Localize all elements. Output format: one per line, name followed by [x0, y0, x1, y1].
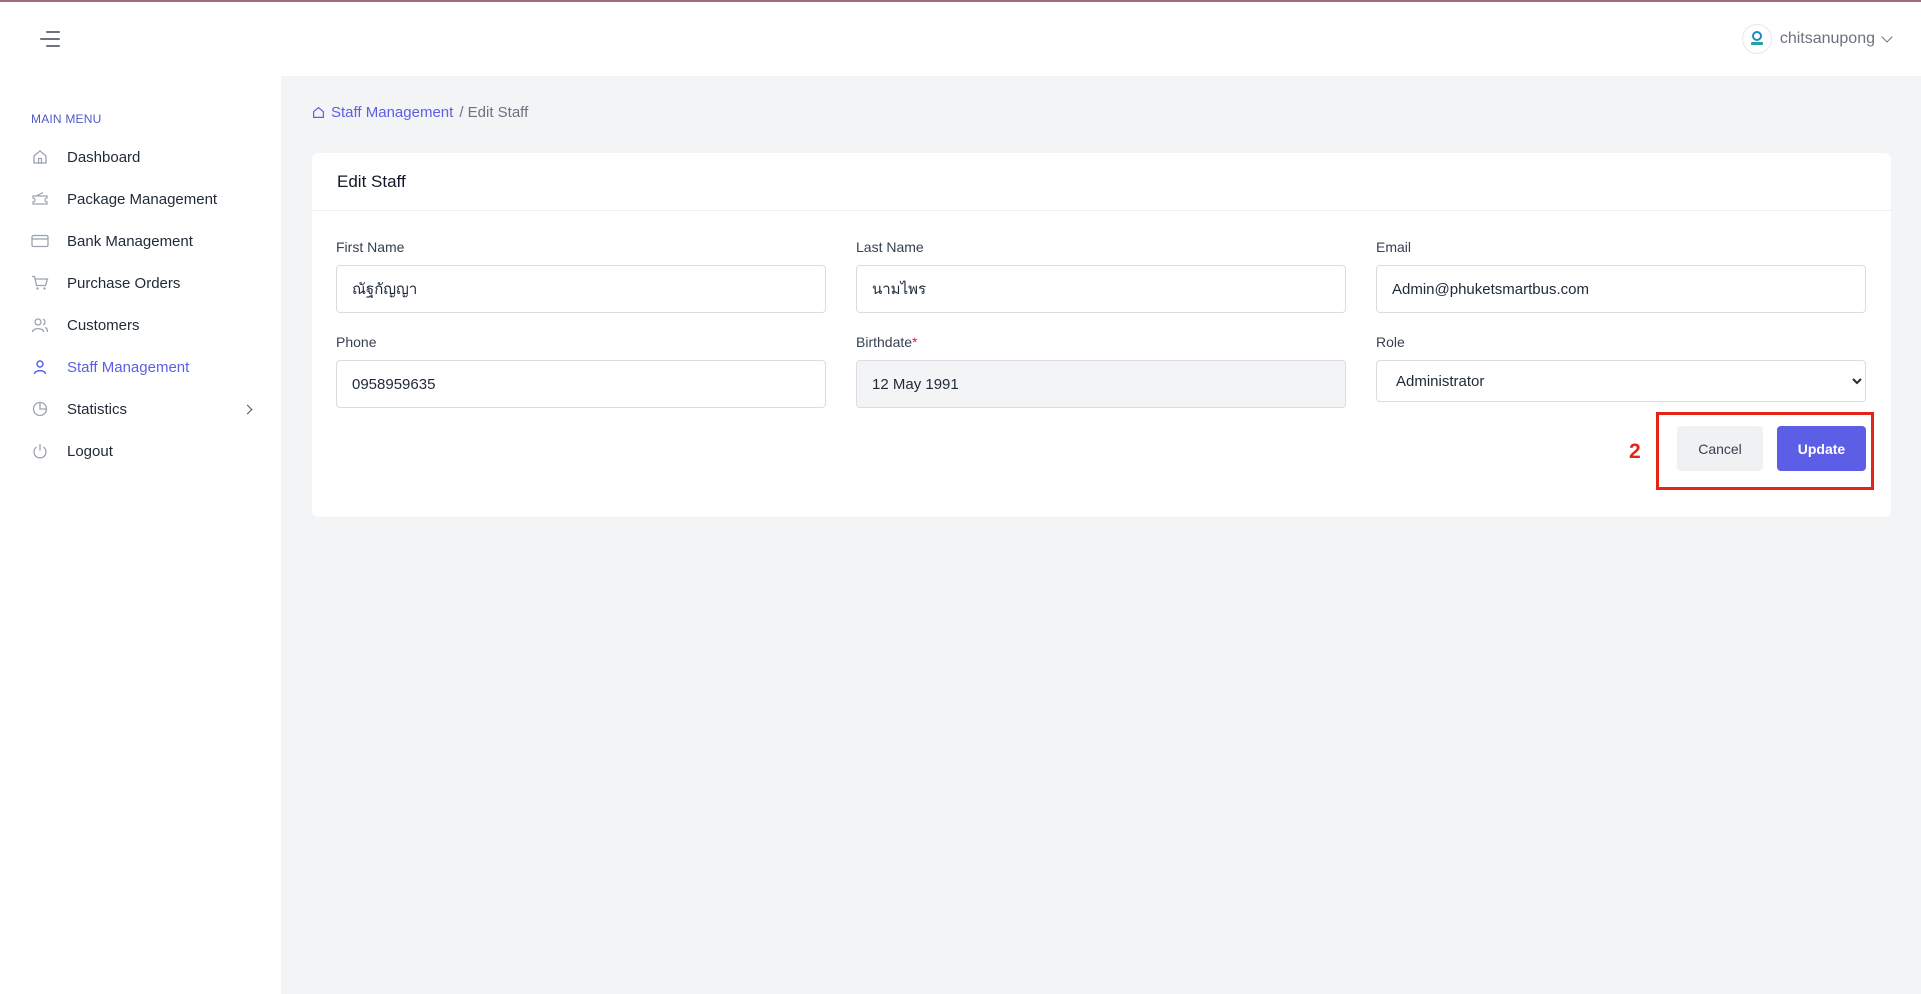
sidebar-item-statistics[interactable]: Statistics [0, 388, 281, 430]
required-asterisk: * [912, 334, 918, 350]
sidebar-item-staff-management[interactable]: Staff Management [0, 346, 281, 388]
cart-icon [31, 274, 49, 292]
annotation-number: 2 [1629, 440, 1641, 463]
card-title: Edit Staff [312, 153, 1891, 211]
breadcrumb-current: / Edit Staff [459, 104, 529, 121]
menu-heading: MAIN MENU [31, 112, 102, 126]
sidebar-item-dashboard[interactable]: Dashboard [0, 136, 281, 178]
first-name-input[interactable] [336, 265, 826, 313]
user-menu[interactable]: chitsanupong [1741, 24, 1893, 54]
birthdate-field: Birthdate* [856, 334, 1346, 408]
pie-chart-icon [31, 400, 49, 418]
first-name-label: First Name [336, 239, 405, 255]
sidebar-item-customers[interactable]: Customers [0, 304, 281, 346]
hamburger-menu-icon[interactable] [40, 31, 60, 47]
sidebar-item-package-management[interactable]: Package Management [0, 178, 281, 220]
chevron-right-icon [242, 404, 253, 414]
power-icon [31, 442, 49, 460]
role-label: Role [1376, 334, 1405, 350]
sidebar-item-logout[interactable]: Logout [0, 430, 281, 472]
last-name-label: Last Name [856, 239, 924, 255]
last-name-input[interactable] [856, 265, 1346, 313]
chevron-down-icon [1881, 31, 1893, 43]
home-icon [313, 106, 324, 118]
home-icon [31, 148, 49, 166]
username: chitsanupong [1779, 30, 1875, 47]
breadcrumb: Staff Management / Edit Staff [312, 104, 528, 121]
sidebar-item-purchase-orders[interactable]: Purchase Orders [0, 262, 281, 304]
role-field: Role Administrator [1376, 334, 1866, 402]
phone-input[interactable] [336, 360, 826, 408]
user-icon [31, 358, 49, 376]
breadcrumb-staff-management-link[interactable]: Staff Management [312, 104, 453, 121]
birthdate-input[interactable] [856, 360, 1346, 408]
email-field: Email [1376, 239, 1866, 313]
last-name-field: Last Name [856, 239, 1346, 313]
users-icon [31, 316, 49, 334]
sidebar: MAIN MENU Dashboard Package Management B… [0, 76, 281, 994]
role-select[interactable]: Administrator [1376, 360, 1866, 402]
avatar [1741, 24, 1772, 54]
birthdate-label: Birthdate* [856, 334, 918, 350]
sidebar-item-bank-management[interactable]: Bank Management [0, 220, 281, 262]
top-header: chitsanupong [0, 2, 1921, 76]
first-name-field: First Name [336, 239, 826, 313]
edit-staff-card: Edit Staff First Name Last Name Email Ph… [312, 153, 1891, 517]
credit-card-icon [31, 232, 49, 250]
email-label: Email [1376, 239, 1412, 255]
annotation-highlight-box [1656, 412, 1874, 490]
phone-field: Phone [336, 334, 826, 408]
bus-logo-icon [1750, 31, 1763, 45]
ticket-icon [31, 190, 49, 208]
phone-label: Phone [336, 334, 377, 350]
email-input[interactable] [1376, 265, 1866, 313]
